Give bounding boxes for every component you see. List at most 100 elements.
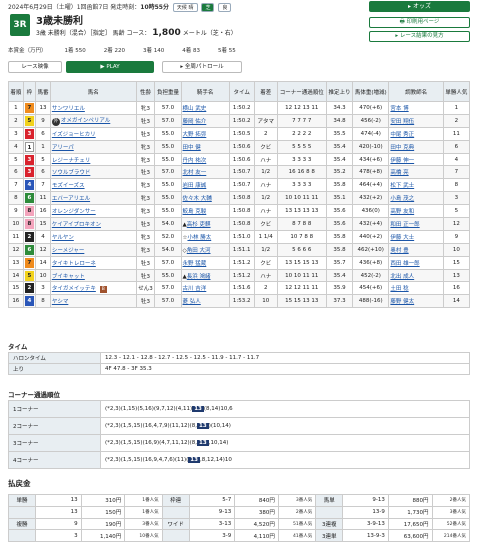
cell: 434(+6) [352, 152, 390, 167]
winner-highlight: 13 [192, 406, 204, 412]
cell: 10 [35, 268, 51, 283]
jockey-cell: 岩田 康誠 [180, 178, 230, 193]
cell: 1 [8, 101, 24, 115]
horse-name-link[interactable]: イズジョーヒカリ [52, 132, 96, 138]
cell-value: 1:51.1 [232, 246, 251, 253]
trainer-cell: 小島 茂之 [388, 191, 444, 206]
horse-name-link[interactable]: ヤルヤン [52, 235, 74, 241]
horse-name-link[interactable]: オメガインペリアル [61, 118, 110, 124]
cell: 436(+8) [352, 255, 390, 270]
trainer-link[interactable]: 西田 雄一郎 [390, 261, 419, 267]
jockey-link[interactable]: 角田 大河 [187, 248, 211, 254]
cell: 5 [442, 204, 471, 219]
jockey-link[interactable]: 横山 武史 [183, 106, 207, 112]
horse-name-link[interactable]: ブイキャット [52, 274, 85, 280]
trainer-link[interactable]: 松下 武士 [390, 183, 414, 189]
result-guide-button[interactable]: ▸ レース結果の見方 [369, 31, 470, 42]
combination: 3-9 [188, 529, 236, 543]
horse-name-link[interactable]: アリーパ [52, 145, 74, 151]
jockey-link[interactable]: 岩田 康誠 [183, 183, 207, 189]
jockey-link[interactable]: 菱 弘人 [183, 299, 201, 305]
cell: 1:51.6 [228, 281, 255, 296]
cell-value: 35.5 [333, 130, 346, 137]
trainer-link[interactable]: 藤野 健太 [390, 299, 414, 305]
horse-name-link[interactable]: タイガメイッテキ [52, 286, 96, 292]
jockey-link[interactable]: 高杉 吏麒 [187, 222, 211, 228]
horse-name-link[interactable]: エバーアリエル [52, 196, 90, 202]
cell-value: 2 2 2 2 [292, 130, 312, 137]
cell: 55.0 [154, 268, 182, 283]
jockey-link[interactable]: 藤岡 佑介 [183, 119, 207, 125]
horse-name-link[interactable]: レジーナチェリ [52, 158, 91, 164]
frame-number: 6 [24, 193, 34, 204]
cell-value: 1:50.8 [232, 195, 251, 202]
patrol-button[interactable]: ▸ 全周パトロール [162, 61, 242, 73]
cell: 10 [442, 242, 471, 257]
horse-name-link[interactable]: ケイアイプロキオン [52, 222, 101, 228]
cell-value: 55.0 [161, 156, 175, 163]
cell: 牡3 [135, 294, 156, 309]
cell-value: 牡3 [140, 131, 150, 138]
popularity: 2番人気 [277, 505, 317, 519]
jockey-link[interactable]: 小林 勝太 [187, 235, 211, 241]
cell: 35.7 [325, 255, 354, 270]
horse-name-link[interactable]: モズイーズス [52, 183, 85, 189]
jockey-link[interactable]: 佐々木 大輔 [183, 196, 212, 202]
cell-value: 1/2 [261, 246, 271, 253]
cell-value: 57.0 [161, 298, 175, 305]
cell: 牝3 [135, 191, 156, 206]
jockey-link[interactable]: 丹内 祐次 [183, 158, 207, 164]
jockey-link[interactable]: 田中 健 [183, 145, 201, 151]
trainer-link[interactable]: 高野 友和 [390, 209, 414, 215]
frame-number: 2 [24, 283, 34, 294]
track-badge: 芝 [201, 3, 215, 12]
cell-value: 16 16 8 8 [288, 169, 315, 176]
play-button[interactable]: ▶ PLAY [66, 61, 154, 73]
cell: 3 3 3 3 [276, 178, 327, 193]
horse-name-link[interactable]: サンワリエル [52, 106, 85, 112]
winner-highlight: 13 [197, 440, 209, 446]
frame-cell: 3 [22, 165, 37, 180]
cell-value: 1:50.5 [232, 130, 251, 137]
trainer-link[interactable]: 高橋 亮 [390, 170, 408, 176]
race-video-button[interactable]: レース映像 [8, 61, 62, 73]
print-page-button[interactable]: 🖶 印刷用ページ [369, 17, 470, 28]
jockey-link[interactable]: 古川 吉洋 [183, 286, 207, 292]
cell-value: 13 13 13 13 [285, 208, 319, 215]
horse-name-link[interactable]: ソウルブラウド [52, 170, 91, 176]
cell-value: 7 [14, 182, 18, 189]
horse-name-link[interactable]: タイキトレローネ [52, 261, 96, 267]
cell-value: 454(+6) [359, 285, 383, 292]
cell: 35.4 [325, 268, 354, 283]
trainer-link[interactable]: 奥村 豊 [390, 248, 408, 254]
cell: 4 [35, 229, 51, 244]
cell-value: 2 [263, 130, 268, 137]
frame-number: 1 [24, 141, 34, 152]
trainer-link[interactable]: 宮本 博 [390, 106, 408, 112]
trainer-link[interactable]: 伊藤 伸一 [390, 158, 414, 164]
col-header: 性齢 [135, 81, 156, 102]
trainer-link[interactable]: 安田 翔伍 [390, 119, 414, 125]
cell-value: 456(-2) [360, 117, 381, 124]
horse-name-link[interactable]: オレンジダンサー [52, 209, 96, 215]
jockey-link[interactable]: 鮫島 克駿 [183, 209, 207, 215]
trainer-link[interactable]: 土田 稔 [390, 286, 408, 292]
odds-button[interactable]: ▸ オッズ [369, 1, 470, 12]
payout-amount: 1,730円 [387, 505, 433, 519]
trainer-cell: 高橋 亮 [388, 165, 444, 180]
trainer-link[interactable]: 伊藤 大士 [390, 235, 414, 241]
jockey-link[interactable]: 長浜 鴻緒 [187, 274, 211, 280]
bet-type [315, 505, 344, 519]
trainer-link[interactable]: 北出 成人 [390, 274, 414, 280]
trainer-link[interactable]: 和田 正一郎 [390, 222, 419, 228]
jockey-link[interactable]: 永野 猛蔵 [183, 261, 207, 267]
cell-value: 10 [452, 246, 460, 253]
trainer-link[interactable]: 小島 茂之 [390, 196, 414, 202]
jockey-link[interactable]: 北村 友一 [183, 170, 207, 176]
horse-name-link[interactable]: ヤシマ [52, 299, 69, 305]
trainer-link[interactable]: 田中 克典 [390, 145, 414, 151]
trainer-link[interactable]: 中尾 秀正 [390, 132, 414, 138]
cell-value: 牝3 [140, 144, 150, 151]
horse-name-link[interactable]: シーメジャー [52, 248, 85, 254]
jockey-link[interactable]: 大野 拓弥 [183, 132, 207, 138]
